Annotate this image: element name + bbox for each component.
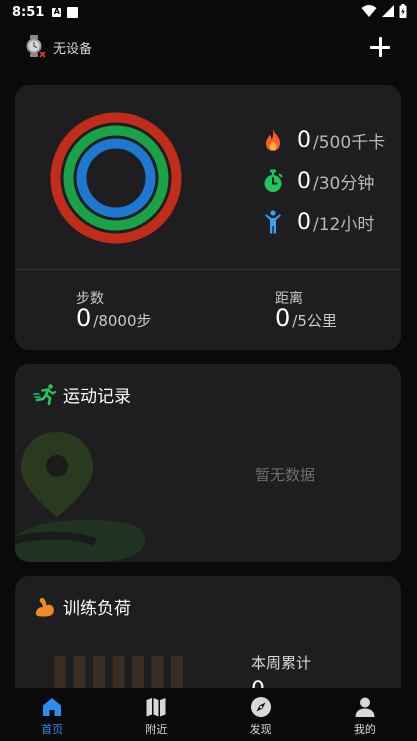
exercise-target: /30分钟 xyxy=(313,173,375,194)
exercise-goal: 0 /30分钟 xyxy=(262,166,374,196)
compass-icon xyxy=(250,697,271,717)
person-icon xyxy=(355,697,375,717)
records-title-row: 运动记录 xyxy=(33,382,131,407)
nav-label-nearby: 附近 xyxy=(145,723,168,736)
records-empty-text: 暂无数据 xyxy=(255,466,316,484)
steps-current: 0 xyxy=(76,304,92,332)
exercise-records-card[interactable]: 运动记录 暂无数据 xyxy=(15,364,401,562)
distance-target: /5公里 xyxy=(292,312,337,330)
status-system-icons xyxy=(361,4,407,18)
stand-target: /12小时 xyxy=(313,214,375,235)
signal-icon xyxy=(382,5,394,17)
nav-item-nearby[interactable]: 附近 xyxy=(104,688,208,741)
running-icon xyxy=(33,383,57,405)
nav-label-profile: 我的 xyxy=(353,723,376,736)
notification-square-icon xyxy=(67,6,79,18)
home-screen: 8:51 A 无设备 0 /500千卡 0 /30分钟 0 /12小时 步数 0… xyxy=(0,0,417,741)
exercise-current: 0 xyxy=(297,168,311,194)
watch-disconnected-icon[interactable] xyxy=(24,35,46,59)
distance-value: 0 /5公里 xyxy=(275,304,337,332)
load-title-row: 训练负荷 xyxy=(33,594,131,619)
stand-current: 0 xyxy=(297,209,311,235)
top-header: 无设备 xyxy=(0,30,417,66)
records-title: 运动记录 xyxy=(63,387,131,407)
calorie-goal: 0 /500千卡 xyxy=(262,125,385,155)
activity-divider xyxy=(15,269,401,270)
week-total-label: 本周累计 xyxy=(251,654,312,672)
standing-person-icon xyxy=(265,210,281,234)
nav-item-profile[interactable]: 我的 xyxy=(313,688,417,741)
move-ring xyxy=(50,112,182,244)
home-icon xyxy=(43,698,62,716)
nav-label-discover: 发现 xyxy=(249,723,272,736)
distance-current: 0 xyxy=(275,304,291,332)
wifi-icon xyxy=(361,5,377,17)
notification-a-letter: A xyxy=(53,7,60,16)
stopwatch-icon xyxy=(264,169,283,192)
nav-item-home[interactable]: 首页 xyxy=(0,688,104,741)
nav-label-home: 首页 xyxy=(41,723,64,736)
status-notification-icons: A xyxy=(52,6,79,18)
steps-value: 0 /8000步 xyxy=(76,304,152,332)
bottom-nav: 首页 附近 发现 我的 xyxy=(0,688,417,741)
stand-ring xyxy=(76,138,156,218)
stand-goal: 0 /12小时 xyxy=(262,207,374,237)
nav-item-discover[interactable]: 发现 xyxy=(209,688,313,741)
device-status-label[interactable]: 无设备 xyxy=(53,38,92,57)
steps-target: /8000步 xyxy=(93,312,152,330)
flame-icon xyxy=(266,129,280,151)
activity-rings xyxy=(50,112,182,244)
activity-card[interactable]: 0 /500千卡 0 /30分钟 0 /12小时 步数 0 /8000步 距离 … xyxy=(15,85,401,350)
add-button[interactable] xyxy=(369,36,391,58)
calorie-target: /500千卡 xyxy=(313,132,386,153)
battery-icon xyxy=(399,4,407,18)
calorie-current: 0 xyxy=(297,127,311,153)
status-time: 8:51 xyxy=(12,4,45,20)
map-pin-illustration xyxy=(15,432,145,562)
map-icon xyxy=(146,698,166,717)
muscle-arm-icon xyxy=(36,597,54,616)
notification-a-icon: A xyxy=(52,7,62,17)
status-bar: 8:51 A xyxy=(0,0,417,24)
load-title: 训练负荷 xyxy=(63,599,131,619)
